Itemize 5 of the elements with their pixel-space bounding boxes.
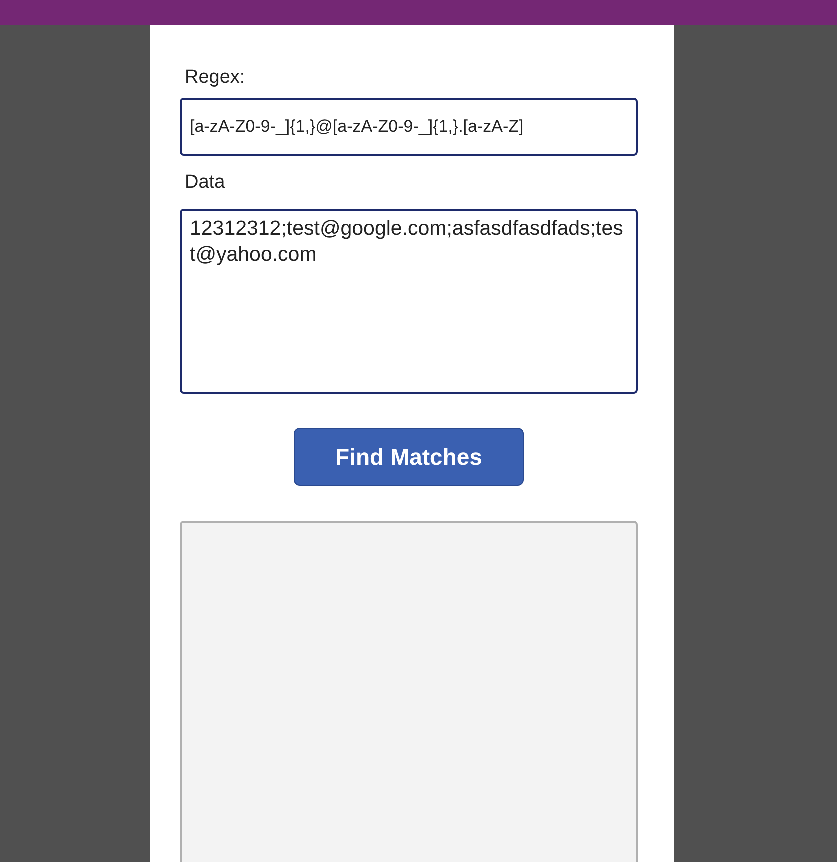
data-label: Data [184,172,226,194]
regex-input-field[interactable]: [a-zA-Z0-9-_]{1,}@[a-zA-Z0-9-_]{1,}.[a-zA-Z] [180,98,638,156]
regex-label: Regex: [184,67,246,89]
find-matches-button[interactable]: Find Matches [294,428,524,486]
data-text-area[interactable]: 12312312;test@google.com;asfasdfasdfads;test@yahoo.com [180,209,638,394]
